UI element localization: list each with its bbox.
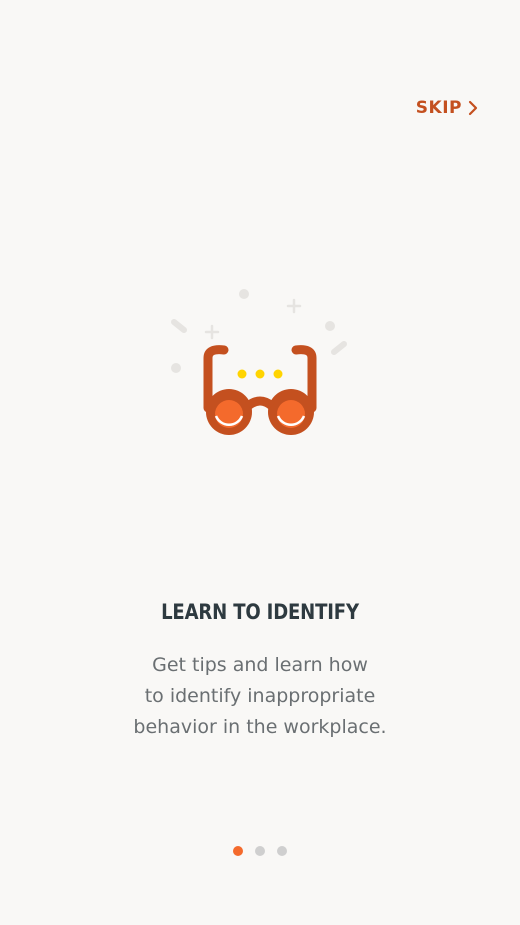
page-dot-3[interactable]: [277, 846, 287, 856]
page-dot-1[interactable]: [233, 846, 243, 856]
glasses-icon: [203, 345, 317, 435]
skip-label: SKIP: [415, 98, 462, 118]
page-indicator: [0, 846, 520, 856]
glasses-illustration: [171, 289, 347, 435]
description-line: behavior in the workplace.: [133, 716, 387, 738]
onboarding-description: Get tips and learn how to identify inapp…: [110, 650, 410, 743]
onboarding-title: LEARN TO IDENTIFY: [161, 600, 359, 624]
description-line: to identify inappropriate: [144, 685, 376, 707]
description-line: Get tips and learn how: [152, 654, 368, 676]
chevron-right-icon: [468, 100, 478, 116]
page-dot-2[interactable]: [255, 846, 265, 856]
ellipsis-dots-icon: [237, 369, 283, 379]
skip-button[interactable]: SKIP: [416, 96, 478, 120]
decorative-sparkles: [171, 289, 347, 373]
